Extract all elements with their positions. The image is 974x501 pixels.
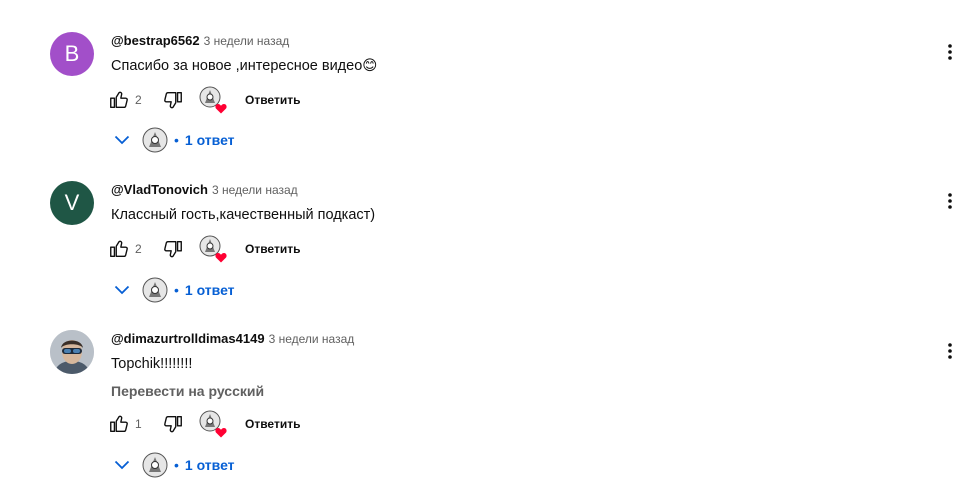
thumbs-down-icon xyxy=(164,415,182,433)
replier-avatar-icon xyxy=(142,452,168,478)
author-name[interactable]: @dimazurtrolldimas4149 xyxy=(111,331,265,346)
separator-dot: • xyxy=(174,132,179,148)
avatar[interactable]: V xyxy=(50,181,94,225)
view-replies-button[interactable]: • 1 ответ xyxy=(112,274,235,306)
comment-header: @VladTonovich 3 недели назад xyxy=(111,181,914,199)
comment-header: @bestrap6562 3 недели назад xyxy=(111,32,914,50)
dislike-button[interactable] xyxy=(161,412,185,436)
thumbs-up-icon xyxy=(110,415,128,433)
comment-actions: 1 Ответить xyxy=(107,408,300,440)
thumbs-up-icon xyxy=(110,240,128,258)
chevron-down-icon xyxy=(112,130,132,150)
like-count: 1 xyxy=(135,417,142,431)
like-button[interactable] xyxy=(107,237,131,261)
comment-text: Классный гость,качественный подкаст) xyxy=(111,207,376,223)
chevron-down-icon xyxy=(112,455,132,475)
like-count: 2 xyxy=(135,242,142,256)
kebab-icon xyxy=(948,343,952,359)
like-count: 2 xyxy=(135,93,142,107)
comment-time[interactable]: 3 недели назад xyxy=(212,183,298,197)
reply-button[interactable]: Ответить xyxy=(245,417,300,431)
avatar-letter: B xyxy=(64,41,80,66)
replies-count: 1 ответ xyxy=(184,132,235,148)
comment-text: Спасибо за новое ,интересное видео😊 xyxy=(111,58,378,74)
kebab-icon xyxy=(948,44,952,60)
like-button[interactable] xyxy=(107,88,131,112)
heart-icon xyxy=(215,253,227,263)
comment-text: Topchik!!!!!!!! xyxy=(111,356,193,372)
replier-avatar-icon xyxy=(142,277,168,303)
avatar[interactable] xyxy=(50,330,94,374)
comment-body: @VladTonovich 3 недели назад Классный гос… xyxy=(111,181,914,225)
avatar-letter: V xyxy=(64,190,80,215)
dislike-button[interactable] xyxy=(161,88,185,112)
author-name[interactable]: @bestrap6562 xyxy=(111,33,200,48)
thumbs-down-icon xyxy=(164,240,182,258)
reply-button[interactable]: Ответить xyxy=(245,242,300,256)
thumbs-down-icon xyxy=(164,91,182,109)
dislike-button[interactable] xyxy=(161,237,185,261)
creator-heart xyxy=(199,235,227,263)
more-actions-button[interactable] xyxy=(940,339,960,363)
user-photo-icon xyxy=(50,330,94,374)
chevron-down-icon xyxy=(112,280,132,300)
reply-button[interactable]: Ответить xyxy=(245,93,300,107)
replies-count: 1 ответ xyxy=(184,282,235,298)
comment-body: @bestrap6562 3 недели назад Спасибо за но… xyxy=(111,32,914,76)
comment-actions: 2 Ответить xyxy=(107,233,300,265)
comment-time[interactable]: 3 недели назад xyxy=(204,34,290,48)
thumbs-up-icon xyxy=(110,91,128,109)
heart-icon xyxy=(215,104,227,114)
comment-header: @dimazurtrolldimas4149 3 недели назад xyxy=(111,330,914,348)
separator-dot: • xyxy=(174,457,179,473)
replies-count: 1 ответ xyxy=(184,457,235,473)
comment-body: @dimazurtrolldimas4149 3 недели назад Top… xyxy=(111,330,914,401)
translate-button[interactable]: Перевести на русский xyxy=(111,381,914,401)
creator-heart xyxy=(199,86,227,114)
kebab-icon xyxy=(948,193,952,209)
more-actions-button[interactable] xyxy=(940,189,960,213)
author-name[interactable]: @VladTonovich xyxy=(111,182,208,197)
avatar[interactable]: B xyxy=(50,32,94,76)
view-replies-button[interactable]: • 1 ответ xyxy=(112,449,235,481)
view-replies-button[interactable]: • 1 ответ xyxy=(112,124,235,156)
creator-heart xyxy=(199,410,227,438)
separator-dot: • xyxy=(174,282,179,298)
heart-icon xyxy=(215,428,227,438)
comment-time[interactable]: 3 недели назад xyxy=(269,332,355,346)
more-actions-button[interactable] xyxy=(940,40,960,64)
like-button[interactable] xyxy=(107,412,131,436)
replier-avatar-icon xyxy=(142,127,168,153)
comment-actions: 2 Ответить xyxy=(107,84,300,116)
